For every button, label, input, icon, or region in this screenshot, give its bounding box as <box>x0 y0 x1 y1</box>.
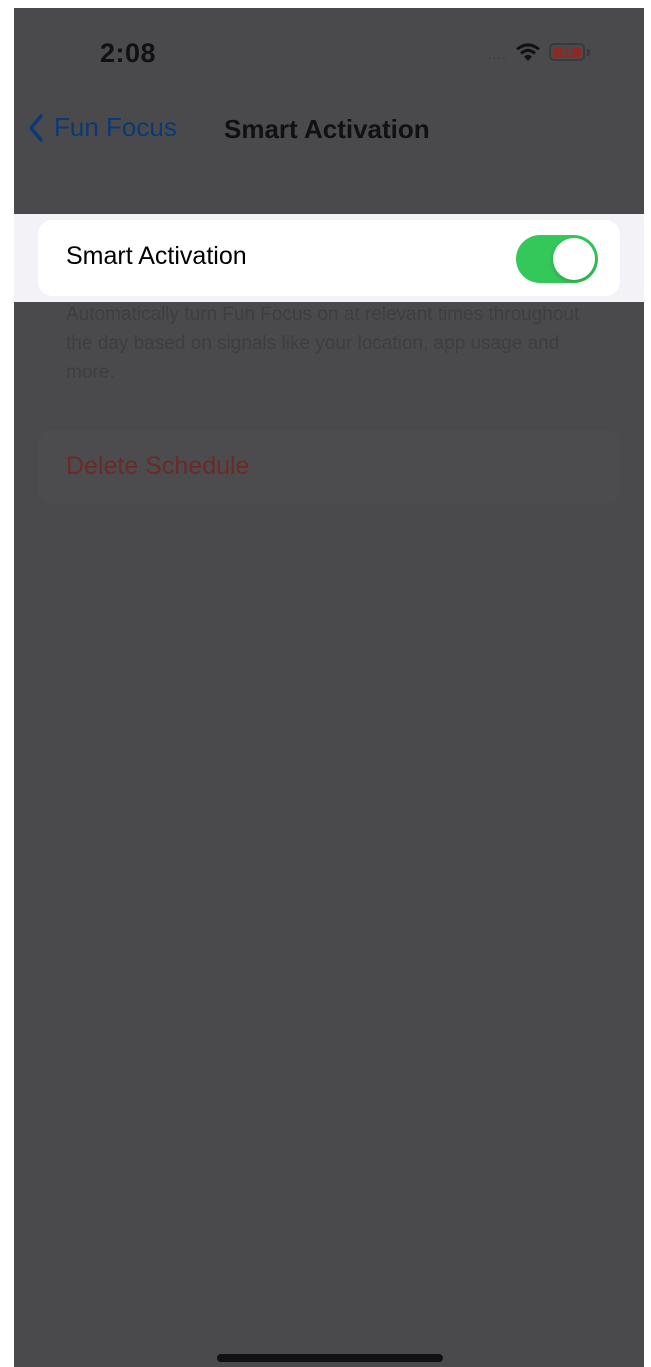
section-footer-description: Automatically turn Fun Focus on at relev… <box>66 304 580 383</box>
battery-level: 18 <box>560 46 574 58</box>
screenshot-frame: 2:08 .... 18 Fun Focus Smart Activation … <box>0 0 651 1367</box>
cellular-signal-icon: .... <box>487 46 507 62</box>
delete-schedule-button[interactable]: Delete Schedule <box>38 430 620 504</box>
battery-icon: 18 <box>549 43 585 61</box>
toggle-knob <box>553 238 595 280</box>
back-button[interactable]: Fun Focus <box>28 112 177 143</box>
navigation-bar: Fun Focus Smart Activation <box>14 108 644 152</box>
battery-cap <box>587 48 590 56</box>
smart-activation-row: Smart Activation <box>38 220 620 296</box>
delete-schedule-label: Delete Schedule <box>66 452 250 480</box>
chevron-left-icon <box>28 113 44 142</box>
phone-screen: 2:08 .... 18 Fun Focus Smart Activation … <box>14 8 644 1367</box>
page-title: Smart Activation <box>224 114 430 144</box>
status-indicators: .... 18 <box>487 42 590 62</box>
home-indicator[interactable] <box>217 1354 443 1362</box>
wifi-icon <box>515 42 541 62</box>
smart-activation-label: Smart Activation <box>66 242 247 270</box>
smart-activation-toggle[interactable] <box>516 235 598 283</box>
back-label: Fun Focus <box>54 112 177 142</box>
status-time: 2:08 <box>100 38 157 68</box>
